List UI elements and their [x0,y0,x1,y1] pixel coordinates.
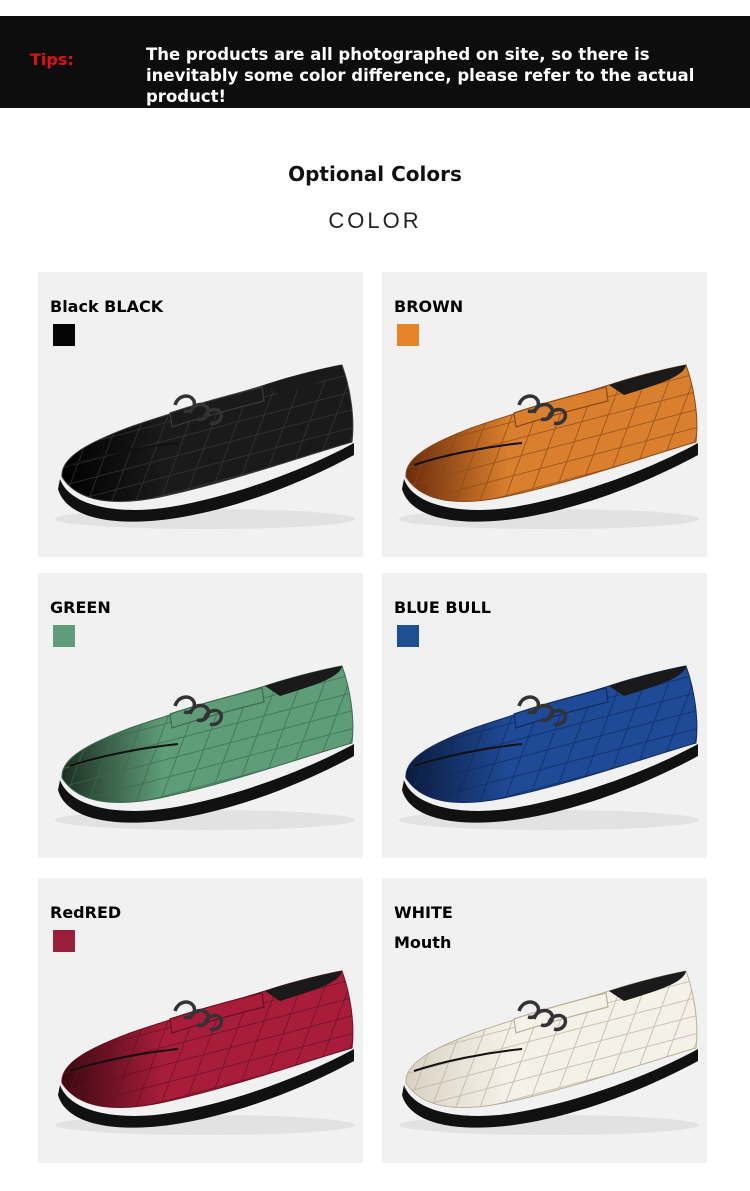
color-swatch [397,625,419,647]
color-name: BLUE BULL [394,598,491,617]
shoe-image [55,970,355,1135]
color-swatch [53,625,75,647]
color-name: Black BLACK [50,297,164,316]
shoe-image [55,364,355,529]
shoe-image [399,970,699,1135]
color-swatch [53,324,75,346]
color-card-green[interactable]: GREEN [38,573,363,858]
shoe-image [399,665,699,830]
color-card-black[interactable]: Black BLACK [38,272,363,557]
color-card-brown[interactable]: BROWN [382,272,707,557]
color-card-white[interactable]: WHITE Mouth [382,878,707,1163]
color-swatch [53,930,75,952]
section-title: Optional Colors [288,162,462,186]
shoe-image [55,665,355,830]
shoe-image [399,364,699,529]
color-name: GREEN [50,598,111,617]
tips-banner: Tips: The products are all photographed … [0,16,750,108]
color-name: BROWN [394,297,464,316]
section-subtitle: COLOR [328,208,422,233]
color-swatch [397,324,419,346]
color-card-blue[interactable]: BLUE BULL [382,573,707,858]
tips-label: Tips: [30,50,74,69]
tips-text: The products are all photographed on sit… [146,45,695,106]
color-name: WHITE Mouth [394,903,453,952]
color-card-red[interactable]: RedRED [38,878,363,1163]
color-name: RedRED [50,903,122,922]
